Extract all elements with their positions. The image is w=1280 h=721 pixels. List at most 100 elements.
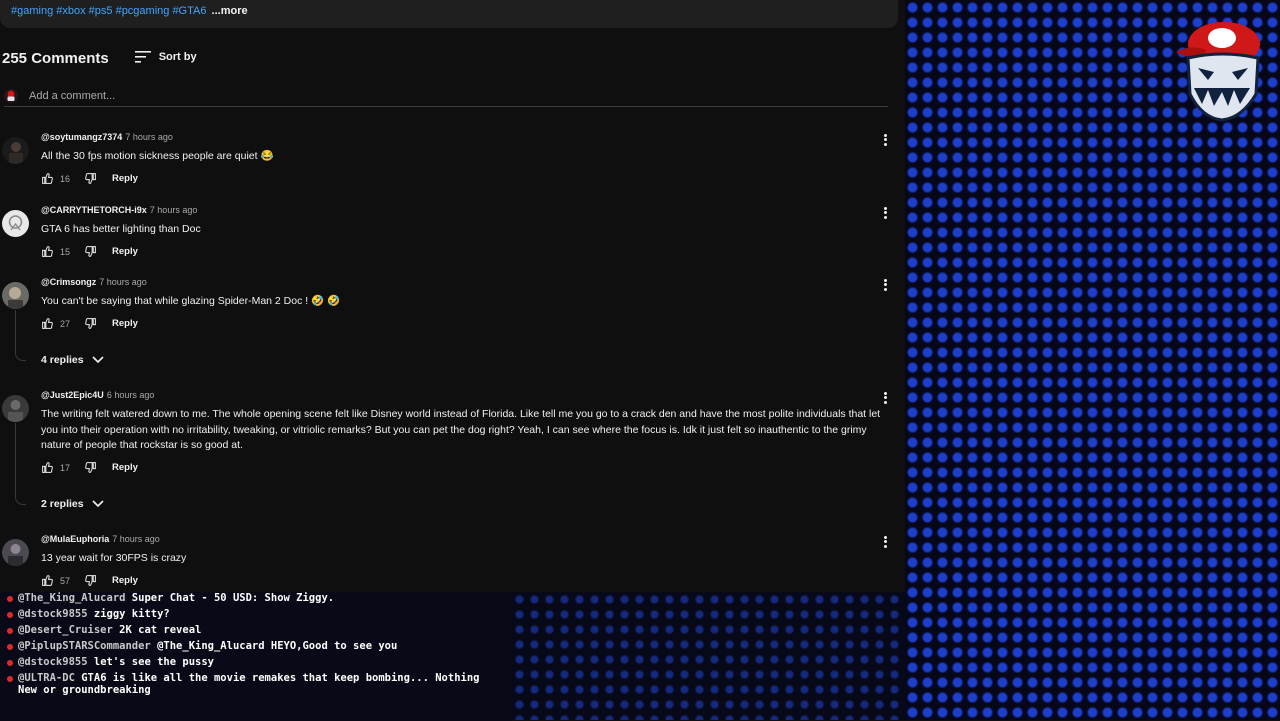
chat-message: @The_King_Alucard Super Chat - 50 USD: S…	[0, 592, 498, 605]
comment-time[interactable]: 6 hours ago	[107, 390, 155, 400]
comment-actions: 17 Reply	[41, 461, 138, 474]
chevron-down-icon	[92, 500, 104, 508]
like-icon[interactable]	[41, 245, 54, 258]
chat-text: GTA6 is like all the movie remakes that …	[18, 672, 480, 696]
chat-message: @dstock9855 let's see the pussy	[0, 656, 498, 669]
commenter-avatar[interactable]	[2, 210, 29, 237]
comments-count: 255 Comments	[2, 50, 109, 67]
comment-text: 13 year wait for 30FPS is crazy	[41, 552, 187, 564]
reply-button[interactable]: Reply	[112, 575, 138, 586]
comments-header: 255 Comments Sort by	[0, 46, 197, 67]
comment-text: GTA 6 has better lighting than Doc	[41, 223, 201, 235]
comment-header: @soytumangz7374 7 hours ago	[41, 132, 173, 142]
description-tags: #gaming #xbox #ps5 #pcgaming #GTA6 ...mo…	[11, 5, 248, 17]
description-box[interactable]: #gaming #xbox #ps5 #pcgaming #GTA6 ...mo…	[0, 0, 898, 28]
reply-button[interactable]: Reply	[112, 318, 138, 329]
comment-header: @Just2Epic4U 6 hours ago	[41, 390, 154, 400]
chat-username: @ULTRA-DC	[18, 672, 75, 684]
comment-more-options-icon[interactable]	[880, 132, 890, 148]
dislike-icon[interactable]	[84, 245, 97, 258]
commenter-avatar[interactable]	[2, 539, 29, 566]
replies-toggle[interactable]: 2 replies	[41, 498, 104, 510]
dislike-icon[interactable]	[84, 172, 97, 185]
comment-author[interactable]: @soytumangz7374	[41, 132, 122, 142]
sort-by-button[interactable]: Sort by	[134, 50, 197, 63]
sort-icon	[134, 50, 151, 63]
chat-text: Super Chat - 50 USD: Show Ziggy.	[131, 592, 335, 604]
comment-text: You can't be saying that while glazing S…	[41, 295, 341, 307]
reply-button[interactable]: Reply	[112, 173, 138, 184]
commenter-avatar[interactable]	[2, 282, 29, 309]
replies-toggle[interactable]: 4 replies	[41, 354, 104, 366]
comment-author[interactable]: @Crimsongz	[41, 277, 96, 287]
like-icon[interactable]	[41, 172, 54, 185]
mascot-avatar-icon	[1176, 22, 1260, 122]
dislike-icon[interactable]	[84, 317, 97, 330]
comment-time[interactable]: 7 hours ago	[112, 534, 160, 544]
like-count: 15	[60, 246, 71, 257]
reply-button[interactable]: Reply	[112, 246, 138, 257]
comment-time[interactable]: 7 hours ago	[99, 277, 147, 287]
like-count: 57	[60, 575, 71, 586]
chat-text: 2K cat reveal	[119, 624, 202, 636]
chat-text: @The_King_Alucard HEYO,Good to see you	[157, 640, 398, 652]
like-count: 27	[60, 318, 71, 329]
comment-time[interactable]: 7 hours ago	[125, 132, 173, 142]
comment-author[interactable]: @Just2Epic4U	[41, 390, 104, 400]
add-comment-input[interactable]: Add a comment...	[29, 90, 115, 102]
chat-username: @PiplupSTARSCommander	[18, 640, 151, 652]
commenter-avatar[interactable]	[2, 395, 29, 422]
comment-actions: 57 Reply	[41, 574, 138, 587]
chevron-down-icon	[92, 356, 104, 364]
youtube-comments-panel: #gaming #xbox #ps5 #pcgaming #GTA6 ...mo…	[0, 0, 905, 592]
led-wall-background-bottom	[512, 592, 905, 720]
comment-actions: 16 Reply	[41, 172, 138, 185]
replies-count-label: 2 replies	[41, 498, 84, 510]
comment-author[interactable]: @MulaEuphoria	[41, 534, 109, 544]
like-count: 17	[60, 462, 71, 473]
like-icon[interactable]	[41, 461, 54, 474]
chat-message: @Desert_Cruiser 2K cat reveal	[0, 624, 498, 637]
replies-count-label: 4 replies	[41, 354, 84, 366]
user-avatar-icon	[7, 90, 15, 101]
chat-message: @PiplupSTARSCommander @The_King_Alucard …	[0, 640, 498, 653]
comment-author[interactable]: @CARRYTHETORCH-i9x	[41, 205, 147, 215]
comment-header: @CARRYTHETORCH-i9x 7 hours ago	[41, 205, 197, 215]
comment-more-options-icon[interactable]	[880, 390, 890, 406]
dislike-icon[interactable]	[84, 461, 97, 474]
comment-text: The writing felt watered down to me. The…	[41, 408, 881, 451]
avatar-photo-icon	[2, 210, 29, 237]
avatar-photo-icon	[2, 282, 29, 309]
comment-more-options-icon[interactable]	[880, 205, 890, 221]
comment-time[interactable]: 7 hours ago	[150, 205, 198, 215]
avatar-photo-icon	[2, 137, 29, 164]
chat-text: ziggy kitty?	[93, 608, 170, 620]
avatar-photo-icon	[2, 539, 29, 566]
comment-actions: 15 Reply	[41, 245, 138, 258]
comment-header: @MulaEuphoria 7 hours ago	[41, 534, 160, 544]
reply-button[interactable]: Reply	[112, 462, 138, 473]
chat-message: @dstock9855 ziggy kitty?	[0, 608, 498, 621]
comment-more-options-icon[interactable]	[880, 534, 890, 550]
more-button[interactable]: ...more	[212, 5, 248, 17]
add-comment-row[interactable]: Add a comment...	[4, 86, 888, 107]
like-count: 16	[60, 173, 71, 184]
comment-more-options-icon[interactable]	[880, 277, 890, 293]
sort-by-label: Sort by	[158, 50, 197, 63]
comment-header: @Crimsongz 7 hours ago	[41, 277, 147, 287]
chat-username: @The_King_Alucard	[18, 592, 126, 604]
commenter-avatar[interactable]	[2, 137, 29, 164]
thread-connector	[15, 310, 26, 361]
live-chat-overlay: @The_King_Alucard Super Chat - 50 USD: S…	[0, 592, 512, 721]
current-user-avatar	[4, 89, 18, 103]
thread-connector	[15, 423, 26, 505]
chat-message: @ULTRA-DC GTA6 is like all the movie rem…	[0, 672, 498, 696]
chat-username: @Desert_Cruiser	[18, 624, 113, 636]
avatar-photo-icon	[2, 395, 29, 422]
hashtags[interactable]: #gaming #xbox #ps5 #pcgaming #GTA6	[11, 5, 206, 17]
like-icon[interactable]	[41, 317, 54, 330]
chat-username: @dstock9855	[18, 608, 88, 620]
dislike-icon[interactable]	[84, 574, 97, 587]
comment-actions: 27 Reply	[41, 317, 138, 330]
like-icon[interactable]	[41, 574, 54, 587]
